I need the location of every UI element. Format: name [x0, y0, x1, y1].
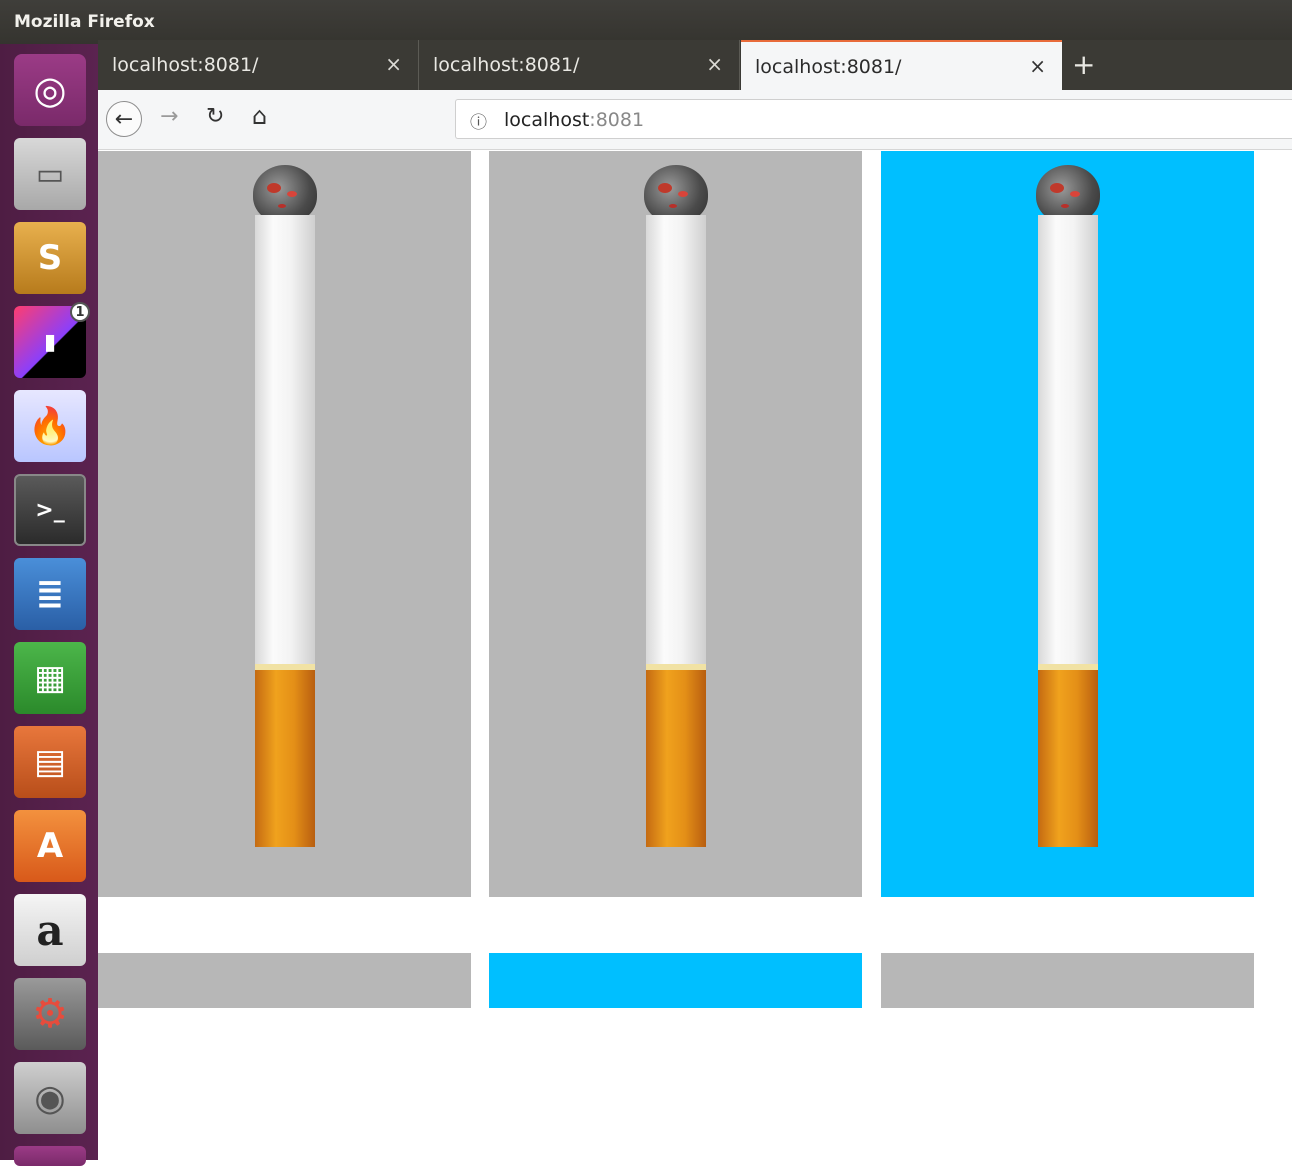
launcher-item-impress[interactable]: ▤	[14, 726, 86, 798]
files-icon: ▭	[35, 156, 65, 192]
launcher-item-calc[interactable]: ▦	[14, 642, 86, 714]
tab-strip: localhost:8081/ × localhost:8081/ × loca…	[98, 40, 1292, 90]
new-tab-button[interactable]: +	[1072, 48, 1095, 81]
tab-1[interactable]: localhost:8081/ ×	[98, 40, 419, 90]
tab-3-active[interactable]: localhost:8081/ ×	[741, 40, 1062, 90]
site-info-icon[interactable]: ⓘ	[470, 108, 487, 133]
reload-button[interactable]: ↻	[206, 104, 224, 129]
ubuntu-launcher: ◎ ▭ S ▮ 1 🔥 >_ ≣ ▦ ▤ A a ⚙ ◉	[0, 44, 98, 1166]
launcher-item-files[interactable]: ▭	[14, 138, 86, 210]
launcher-item-firefox[interactable]: 🔥	[14, 390, 86, 462]
tab-label: localhost:8081/	[112, 54, 259, 76]
jetbrains-toolbox-icon: ▮	[43, 329, 57, 355]
notification-badge: 1	[70, 302, 90, 322]
launcher-item-settings[interactable]: ⚙	[14, 978, 86, 1050]
launcher-item-software[interactable]: A	[14, 810, 86, 882]
ubuntu-dash-icon: ◎	[33, 68, 67, 112]
navigation-toolbar: ← → ↻ ⌂ ⓘ localhost:8081	[98, 90, 1292, 150]
cigarette-paper	[255, 215, 315, 664]
launcher-item-amazon[interactable]: a	[14, 894, 86, 966]
window-titlebar: Mozilla Firefox	[0, 0, 1292, 44]
selector-bar-1[interactable]	[98, 953, 471, 1008]
libreoffice-impress-icon: ▤	[33, 742, 67, 782]
libreoffice-calc-icon: ▦	[33, 658, 67, 698]
tab-close-icon[interactable]: ×	[1029, 54, 1046, 78]
launcher-item-terminal[interactable]: >_	[14, 474, 86, 546]
launcher-item-writer[interactable]: ≣	[14, 558, 86, 630]
software-center-icon: A	[36, 826, 64, 866]
cigarette-panel-2[interactable]	[489, 151, 862, 897]
cigarette-panel-3[interactable]	[881, 151, 1254, 897]
launcher-item-partial[interactable]	[14, 1146, 86, 1166]
launcher-item-jetbrains-toolbox[interactable]: ▮ 1	[14, 302, 90, 378]
cigarette-image	[640, 151, 712, 851]
cigarette-image	[1032, 151, 1104, 851]
launcher-item-disk[interactable]: ◉	[14, 1062, 86, 1134]
libreoffice-writer-icon: ≣	[35, 574, 65, 614]
system-settings-icon: ⚙	[32, 991, 68, 1037]
back-arrow-icon: ←	[114, 106, 134, 132]
back-button[interactable]: ←	[106, 101, 142, 137]
cigarette-filter	[646, 664, 706, 847]
window-title: Mozilla Firefox	[14, 12, 155, 32]
home-button[interactable]: ⌂	[252, 102, 267, 130]
url-bar[interactable]: ⓘ localhost:8081	[455, 99, 1292, 139]
selector-bar-2[interactable]	[489, 953, 862, 1008]
cigarette-paper	[646, 215, 706, 664]
cigarette-paper	[1038, 215, 1098, 664]
url-host: localhost	[504, 109, 590, 131]
url-port: :8081	[589, 109, 645, 131]
url-text: localhost:8081	[504, 109, 644, 131]
tab-2[interactable]: localhost:8081/ ×	[419, 40, 740, 90]
sublime-text-icon: S	[37, 238, 63, 278]
firefox-icon: 🔥	[27, 406, 73, 447]
terminal-icon: >_	[35, 497, 65, 523]
cigarette-filter	[1038, 664, 1098, 847]
disk-icon: ◉	[34, 1077, 66, 1119]
tab-label: localhost:8081/	[433, 54, 580, 76]
cigarette-filter	[255, 664, 315, 847]
tab-label: localhost:8081/	[755, 56, 902, 78]
selector-bar-3[interactable]	[881, 953, 1254, 1008]
cigarette-panel-1[interactable]	[98, 151, 471, 897]
tab-close-icon[interactable]: ×	[385, 52, 402, 76]
launcher-item-dash[interactable]: ◎	[14, 54, 86, 126]
amazon-icon: a	[36, 905, 64, 955]
launcher-item-sublime[interactable]: S	[14, 222, 86, 294]
forward-button[interactable]: →	[160, 104, 178, 129]
tab-close-icon[interactable]: ×	[706, 52, 723, 76]
cigarette-image	[249, 151, 321, 851]
